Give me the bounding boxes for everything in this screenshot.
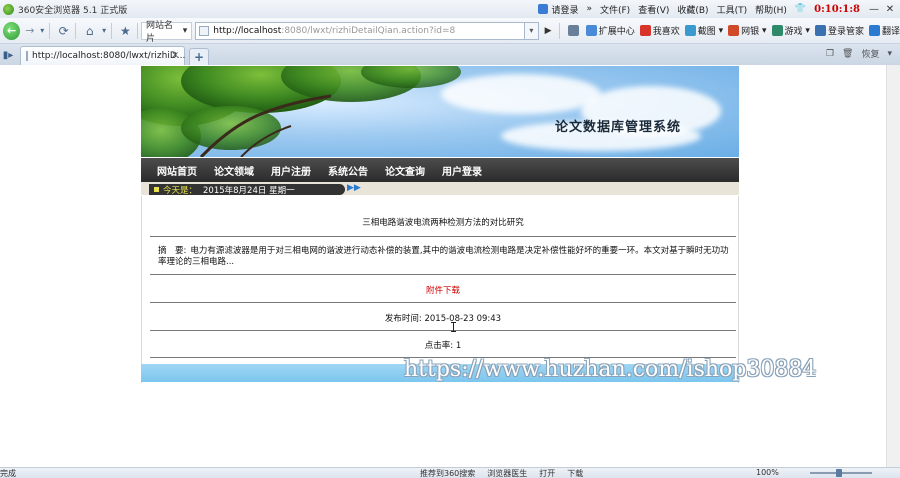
login-manager-button[interactable]: 登录管家 — [814, 24, 864, 37]
window-tile-icon[interactable]: ❐ — [826, 49, 834, 59]
status-text: 完成 — [0, 469, 16, 478]
nav-paper-fields[interactable]: 论文领域 — [214, 163, 254, 178]
favorite-star-button[interactable]: ★ — [117, 22, 134, 40]
user-icon — [538, 4, 549, 14]
nav-register[interactable]: 用户注册 — [271, 163, 311, 178]
browser-toolbar: ← → ▾ ⟳ ⌂ ▾ ★ 网站名片 ▾ http://localhost:80… — [0, 18, 900, 44]
shield-icon — [567, 25, 579, 36]
download-button[interactable]: 下载 — [567, 468, 583, 478]
date-bar: 今天是： 2015年8月24日 星期一 ▶▶ — [141, 182, 739, 196]
toolbar-divider — [75, 22, 77, 39]
page-icon — [26, 51, 28, 61]
chevron-down-icon[interactable]: ▾ — [887, 49, 892, 59]
page-viewport: 论文数据库管理系统 网站首页 论文领域 用户注册 系统公告 论文查询 用户登录 … — [0, 65, 886, 467]
nav-announcements[interactable]: 系统公告 — [328, 163, 368, 178]
site-title: 论文数据库管理系统 — [555, 120, 682, 135]
toolbar-divider — [110, 22, 112, 39]
paper-title: 三相电路谐波电流两种检测方法的对比研究 — [362, 218, 524, 228]
menu-favorites[interactable]: 收藏(B) — [677, 3, 708, 16]
home-button[interactable]: ⌂ — [81, 22, 98, 40]
new-tab-button[interactable]: + — [189, 48, 209, 65]
tree-leaves-illustration — [141, 66, 461, 157]
menu-file[interactable]: 文件(F) — [600, 3, 630, 16]
address-bar[interactable]: http://localhost:8080/lwxt/rizhiDetailQi… — [195, 21, 526, 40]
tab-strip: ▮▸ http://localhost:8080/lwxt/rizhiD... … — [0, 44, 900, 65]
restore-button[interactable]: 恢复 — [861, 47, 879, 60]
tab-active[interactable]: http://localhost:8080/lwxt/rizhiD... ✕ — [20, 46, 185, 65]
window-title-bar: 360安全浏览器 5.1 正式版 请登录 » 文件(F) 查看(V) 收藏(B)… — [0, 0, 900, 18]
zoom-slider[interactable] — [810, 469, 872, 477]
close-button[interactable]: ✕ — [884, 4, 896, 15]
gamepad-icon — [771, 25, 783, 36]
toolbar-divider — [137, 22, 138, 39]
browser-logo-icon — [3, 3, 14, 15]
screenshot-button[interactable]: 截图 ▾ — [684, 24, 723, 37]
paper-abstract: 摘 要: 电力有源滤波器是用于对三相电网的谐波进行动态补偿的装置,其中的谐波电流检… — [158, 246, 729, 267]
double-arrow-icon: ▶▶ — [347, 183, 361, 193]
today-pill: 今天是： 2015年8月24日 星期一 — [149, 184, 345, 196]
chevron-down-icon[interactable]: ▾ — [100, 22, 108, 40]
click-count: 点击率: 1 — [424, 341, 462, 351]
extension-center-button[interactable]: 扩展中心 — [585, 24, 635, 37]
toolbar-divider — [49, 22, 51, 39]
online-banking-button[interactable]: 网银 ▾ — [728, 24, 767, 37]
site-main-nav: 网站首页 论文领域 用户注册 系统公告 论文查询 用户登录 — [141, 158, 739, 182]
zoom-level[interactable]: 100% — [756, 468, 779, 477]
open-button[interactable]: 打开 — [539, 468, 555, 478]
refresh-button[interactable]: ⟳ — [55, 22, 72, 40]
scissors-icon — [684, 25, 696, 36]
chevron-down-icon[interactable]: ▾ — [38, 22, 46, 40]
page-icon — [199, 25, 210, 36]
puzzle-icon — [585, 25, 597, 36]
go-button[interactable]: ▶ — [541, 22, 556, 40]
like-button[interactable]: 我喜欢 — [639, 24, 680, 37]
menu-view[interactable]: 查看(V) — [638, 3, 669, 16]
nav-login[interactable]: 用户登录 — [442, 163, 482, 178]
menu-tools[interactable]: 工具(T) — [717, 3, 748, 16]
status-bar: 完成 推荐到360搜索 浏览器医生 打开 下载 100% — [0, 467, 900, 478]
chevron-right-icon: » — [586, 4, 592, 14]
close-tab-icon[interactable]: ✕ — [171, 51, 179, 61]
site-banner: 论文数据库管理系统 — [141, 66, 739, 157]
vertical-scrollbar[interactable] — [886, 65, 900, 467]
site-container: 论文数据库管理系统 网站首页 论文领域 用户注册 系统公告 论文查询 用户登录 … — [141, 65, 739, 383]
games-button[interactable]: 游戏 ▾ — [771, 24, 810, 37]
toolbar-divider — [558, 22, 560, 39]
clock-readout: 0:10:1:8 — [814, 3, 860, 15]
divider — [150, 302, 736, 303]
watermark-text: https://www.huzhan.com/ishop30884 — [404, 357, 817, 382]
address-history-dropdown[interactable]: ▾ — [525, 21, 539, 40]
window-title: 360安全浏览器 5.1 正式版 — [18, 5, 128, 16]
translate-icon — [868, 25, 880, 36]
menu-help[interactable]: 帮助(H) — [755, 3, 787, 16]
nav-home[interactable]: 网站首页 — [157, 163, 197, 178]
divider — [150, 274, 736, 275]
divider — [150, 236, 736, 237]
paper-detail-panel: 三相电路谐波电流两种检测方法的对比研究 摘 要: 电力有源滤波器是用于对三相电网的… — [141, 196, 739, 383]
attachment-download-link[interactable]: 附件下载 — [150, 284, 736, 296]
zoom-slider-thumb[interactable] — [836, 469, 842, 477]
key-icon — [814, 25, 826, 36]
nav-paper-search[interactable]: 论文查询 — [385, 163, 425, 178]
login-link[interactable]: 请登录 — [538, 3, 578, 16]
minimize-button[interactable]: — — [868, 4, 880, 15]
translate-button[interactable]: 翻译 — [868, 24, 900, 37]
security-shield-button[interactable] — [567, 25, 581, 36]
shirt-skin-icon[interactable]: 👕 — [795, 4, 806, 14]
divider — [150, 330, 736, 331]
browser-doctor[interactable]: 浏览器医生 — [487, 468, 527, 478]
publish-time: 发布时间: 2015-08-23 09:43 — [384, 314, 502, 324]
text-cursor-icon — [451, 322, 456, 332]
site-card-dropdown[interactable]: 网站名片 ▾ — [140, 21, 193, 44]
sidebar-toggle-icon[interactable]: ▮▸ — [0, 45, 16, 65]
trash-icon[interactable]: 🗑 — [842, 49, 853, 59]
back-button[interactable]: ← — [3, 21, 21, 40]
bank-icon — [728, 25, 740, 36]
heart-icon — [639, 25, 651, 36]
recommend-360-search[interactable]: 推荐到360搜索 — [420, 468, 475, 478]
bullet-square-icon — [154, 187, 159, 192]
forward-button[interactable]: → — [23, 22, 36, 40]
